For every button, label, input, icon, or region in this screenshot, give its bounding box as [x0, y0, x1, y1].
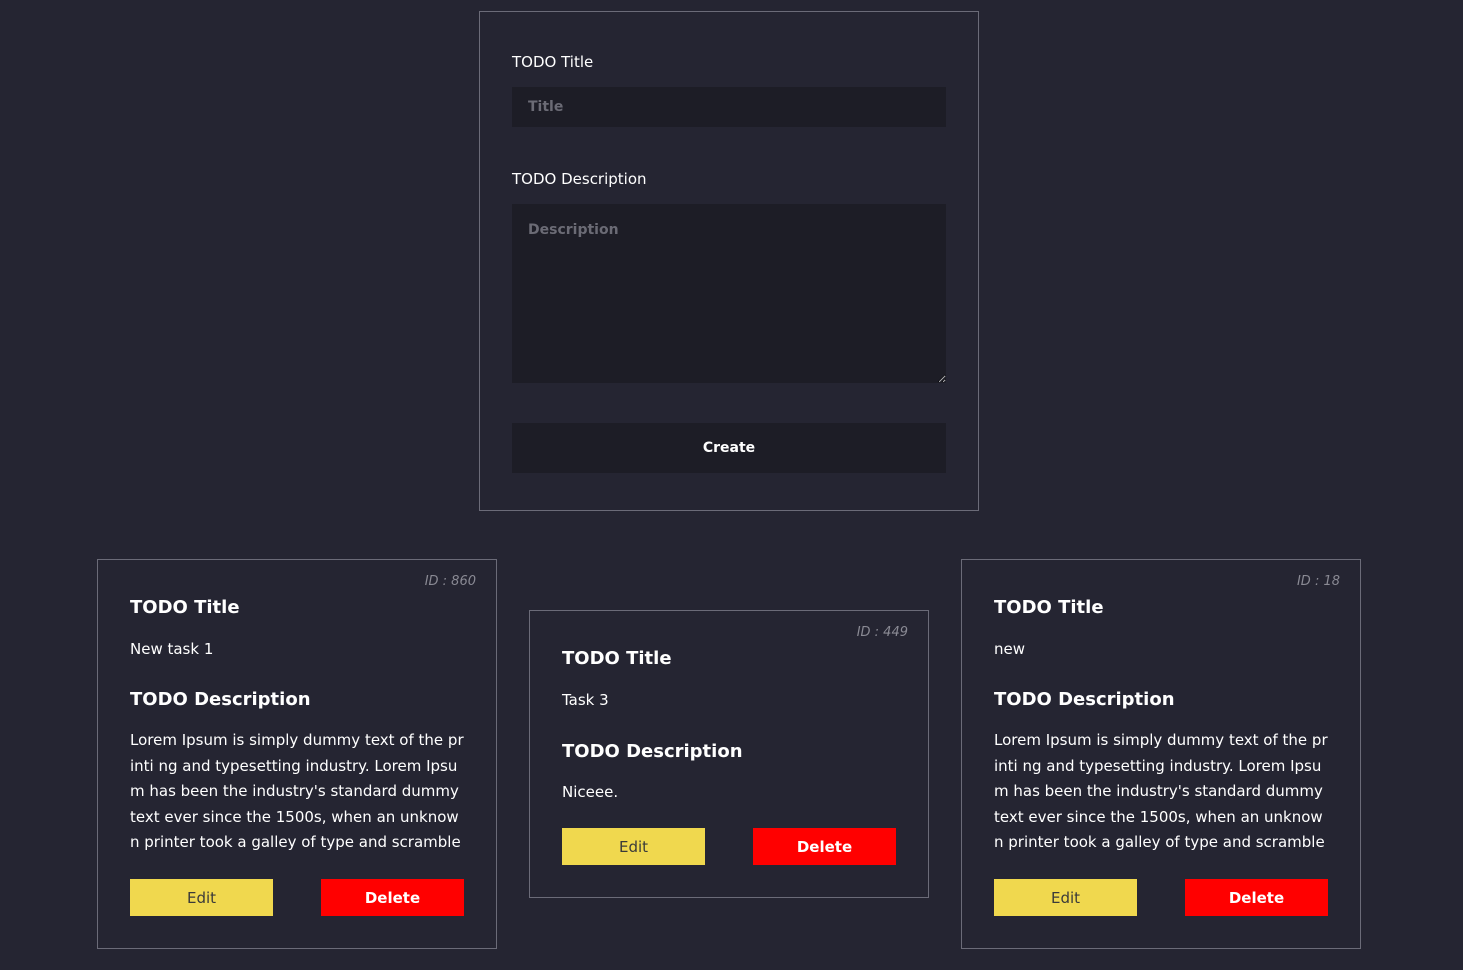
todo-id: ID : 18 — [1296, 574, 1340, 589]
todo-title-heading: TODO Title — [994, 597, 1104, 618]
edit-button[interactable]: Edit — [994, 879, 1137, 916]
todo-title-text: new — [994, 640, 1026, 658]
todo-card: ID : 18 TODO Title new TODO Description … — [961, 559, 1361, 949]
todo-title-text: Task 3 — [562, 691, 609, 709]
title-input[interactable] — [512, 87, 946, 127]
edit-button[interactable]: Edit — [562, 828, 705, 865]
todo-description-text: Niceee. — [562, 783, 619, 801]
create-button[interactable]: Create — [512, 423, 946, 473]
todo-description-text: Lorem Ipsum is simply dummy text of the … — [994, 731, 1328, 851]
todo-id: ID : 449 — [856, 625, 908, 640]
delete-button[interactable]: Delete — [1185, 879, 1328, 916]
create-todo-form: TODO Title TODO Description Create — [479, 11, 979, 511]
delete-button[interactable]: Delete — [321, 879, 464, 916]
todo-title-text: New task 1 — [130, 640, 214, 658]
todo-description-heading: TODO Description — [130, 689, 311, 710]
edit-button[interactable]: Edit — [130, 879, 273, 916]
todo-card: ID : 860 TODO Title New task 1 TODO Desc… — [97, 559, 497, 949]
todo-title-heading: TODO Title — [130, 597, 240, 618]
todo-description-text: Lorem Ipsum is simply dummy text of the … — [130, 731, 464, 851]
title-field-label: TODO Title — [512, 53, 594, 71]
description-textarea[interactable] — [512, 204, 946, 383]
description-field-label: TODO Description — [512, 170, 647, 188]
todo-title-heading: TODO Title — [562, 648, 672, 669]
todo-description-heading: TODO Description — [562, 741, 743, 762]
delete-button[interactable]: Delete — [753, 828, 896, 865]
todo-description-heading: TODO Description — [994, 689, 1175, 710]
todo-card: ID : 449 TODO Title Task 3 TODO Descript… — [529, 610, 929, 898]
todo-id: ID : 860 — [424, 574, 476, 589]
